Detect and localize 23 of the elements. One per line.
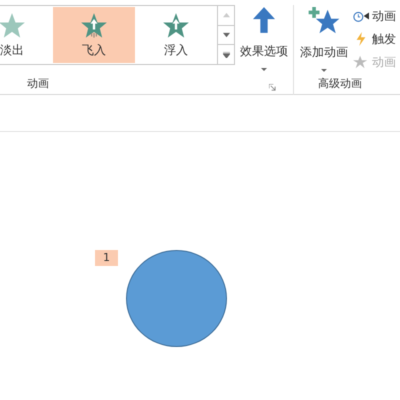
animation-effect[interactable]: 淡出 — [0, 7, 53, 63]
star-arrow-icon — [162, 12, 190, 40]
clock-play-icon — [353, 9, 369, 23]
effect-options-button[interactable]: 效果选项 — [235, 5, 293, 72]
up-arrow-icon — [253, 7, 275, 33]
faded-star-icon — [0, 12, 26, 40]
dialog-launcher-icon[interactable] — [269, 84, 276, 90]
command-button[interactable]: 动画 — [353, 6, 396, 26]
plus-star-icon — [308, 7, 340, 34]
animation-effect[interactable]: 浮入 — [135, 7, 217, 63]
animation-effect[interactable]: 飞入 — [53, 7, 135, 63]
group-label: 高级动画 — [318, 76, 362, 90]
caret-icon — [261, 68, 267, 71]
star-arrow-icon — [80, 12, 108, 40]
star-icon — [353, 55, 369, 69]
down-arrow-icon — [222, 32, 230, 38]
up-arrow-icon — [222, 12, 230, 18]
caret-icon — [321, 69, 327, 72]
group-label: 动画 — [27, 76, 49, 90]
add-animation-button[interactable]: 添加动画 — [295, 5, 353, 72]
more-icon — [222, 52, 230, 58]
command-button[interactable]: 触发 — [353, 29, 396, 49]
animation-order-badge: 1 — [95, 250, 118, 266]
